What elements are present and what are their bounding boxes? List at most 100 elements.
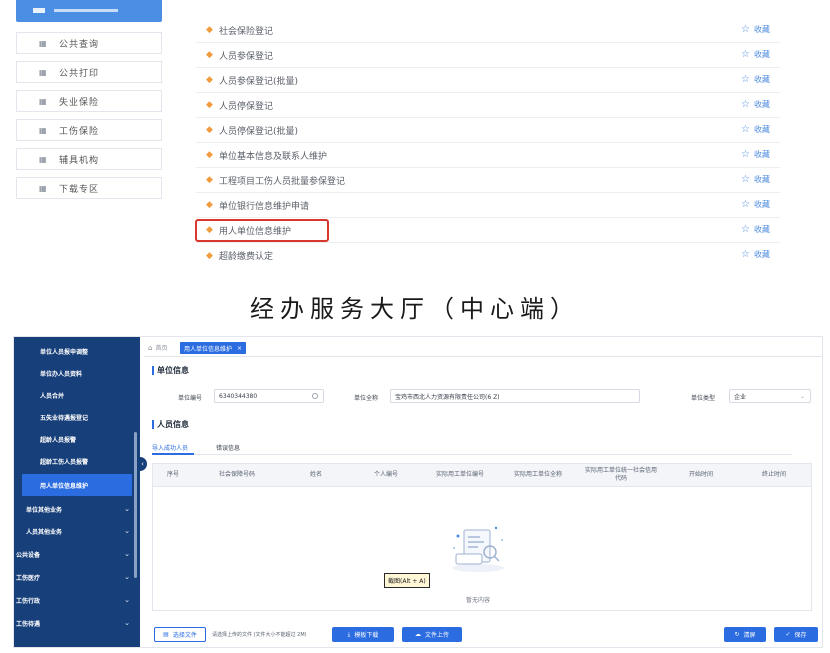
sidebar-group[interactable]: 工伤医疗 ⌄ bbox=[14, 566, 134, 588]
reset-button[interactable]: ↻ 清屏 bbox=[724, 627, 766, 642]
service-item[interactable]: ◆ 社会保险登记 ☆ 收藏 bbox=[196, 18, 780, 43]
column-header: 实际用工单位统一社会信用代码 bbox=[585, 467, 658, 482]
star-icon: ☆ bbox=[741, 149, 750, 160]
sidebar: 单位人员报申调整 单位办人员资料 人员合并 五失业待遇报登记 超龄人员报警 超龄… bbox=[14, 337, 140, 647]
sidebar-item-label: 五失业待遇报登记 bbox=[40, 414, 89, 422]
service-label: 人员停保登记 bbox=[219, 101, 274, 112]
service-dot-icon: ◆ bbox=[206, 75, 213, 85]
left-nav-item-public-print[interactable]: ▦ 公共打印 bbox=[16, 61, 162, 83]
sidebar-item[interactable]: 人员合并 bbox=[14, 384, 134, 406]
star-icon: ☆ bbox=[741, 49, 750, 60]
left-nav-item-public-query[interactable]: ▦ 公共查询 bbox=[16, 32, 162, 54]
sidebar-item[interactable]: 超龄人员报警 bbox=[14, 428, 134, 450]
choose-file-button[interactable]: ▤ 选择文件 bbox=[154, 627, 206, 642]
favorite-label: 收藏 bbox=[754, 125, 770, 134]
favorite-button[interactable]: ☆ 收藏 bbox=[741, 224, 770, 235]
service-item[interactable]: ◆ 人员停保登记 ☆ 收藏 bbox=[196, 93, 780, 118]
left-nav-item-unemployment[interactable]: ▦ 失业保险 bbox=[16, 90, 162, 112]
subtab-errors[interactable]: 错误信息 bbox=[216, 443, 240, 452]
sidebar-group[interactable]: 人员其他业务 ⌄ bbox=[14, 520, 134, 542]
choose-file-label: 选择文件 bbox=[172, 632, 197, 639]
close-icon[interactable]: × bbox=[237, 345, 242, 352]
column-header: 实际用工单位全称 bbox=[513, 471, 562, 478]
chevron-down-icon: ⌄ bbox=[124, 505, 130, 513]
sidebar-item[interactable]: 单位办人员资料 bbox=[14, 362, 134, 384]
unit-type-value: 企业 bbox=[734, 393, 747, 401]
service-label: 超龄缴费认定 bbox=[219, 252, 274, 262]
service-label: 人员停保登记(批量) bbox=[219, 126, 299, 137]
left-nav-item-downloads[interactable]: ▦ 下载专区 bbox=[16, 177, 162, 199]
unit-section-title: 单位信息 bbox=[152, 365, 189, 376]
service-dot-icon: ◆ bbox=[206, 175, 213, 185]
download-icon: ⤓ bbox=[347, 630, 351, 638]
chevron-down-icon: ⌄ bbox=[799, 393, 805, 400]
service-item[interactable]: ◆ 人员参保登记(批量) ☆ 收藏 bbox=[196, 68, 780, 93]
unit-name-label: 单位全称 bbox=[354, 395, 379, 402]
section-marker bbox=[152, 420, 154, 429]
favorite-button[interactable]: ☆ 收藏 bbox=[741, 24, 770, 35]
service-item[interactable]: ◆ 工程项目工伤人员批量参保登记 ☆ 收藏 bbox=[196, 168, 780, 193]
favorite-button[interactable]: ☆ 收藏 bbox=[741, 174, 770, 185]
favorite-button[interactable]: ☆ 收藏 bbox=[741, 99, 770, 110]
column-header: 实际用工单位编号 bbox=[435, 471, 484, 478]
unit-name-value: 宝鸡市西北人力资源有限责任公司(6 Z) bbox=[395, 393, 500, 401]
save-label: 保存 bbox=[794, 632, 807, 639]
service-item[interactable]: ◆ 人员停保登记(批量) ☆ 收藏 bbox=[196, 118, 780, 143]
download-template-button[interactable]: ⤓ 模板下载 bbox=[332, 627, 394, 642]
left-category-nav: ▦ 公共查询 ▦ 公共打印 ▦ 失业保险 ▦ 工伤保险 ▦ 辅具机构 ▦ 下载专… bbox=[16, 0, 162, 212]
sidebar-scrollbar[interactable] bbox=[134, 432, 137, 578]
search-icon[interactable] bbox=[312, 393, 318, 399]
service-item[interactable]: ◆ 单位银行信息维护申请 ☆ 收藏 bbox=[196, 193, 780, 218]
sidebar-item-label: 用人单位信息维护 bbox=[40, 482, 89, 490]
service-item[interactable]: ◆ 人员参保登记 ☆ 收藏 bbox=[196, 43, 780, 68]
service-item[interactable]: ◆ 超龄缴费认定 ☆ 收藏 bbox=[196, 243, 780, 268]
caption-title: 经办服务大厅（中心端） bbox=[250, 295, 580, 323]
star-icon: ☆ bbox=[741, 249, 750, 260]
column-header: 个人编号 bbox=[373, 471, 398, 478]
service-dot-icon: ◆ bbox=[206, 25, 213, 35]
unit-code-field[interactable]: 6340344380 bbox=[214, 389, 324, 403]
staff-section-title: 人员信息 bbox=[152, 419, 189, 430]
left-nav-item-assistive[interactable]: ▦ 辅具机构 bbox=[16, 148, 162, 170]
active-category-item[interactable] bbox=[16, 0, 162, 22]
save-button[interactable]: ✓ 保存 bbox=[774, 627, 818, 642]
favorite-button[interactable]: ☆ 收藏 bbox=[741, 74, 770, 85]
download-template-label: 模板下载 bbox=[354, 632, 379, 639]
sidebar-group[interactable]: 工伤待遇 ⌄ bbox=[14, 612, 134, 634]
favorite-button[interactable]: ☆ 收藏 bbox=[741, 199, 770, 210]
staff-subtabs: 导入成功人员 错误信息 bbox=[152, 441, 792, 455]
chevron-down-icon: ⌄ bbox=[124, 596, 130, 604]
sidebar-item[interactable]: 五失业待遇报登记 bbox=[14, 406, 134, 428]
sidebar-group[interactable]: 公共设备 ⌄ bbox=[14, 543, 134, 565]
sidebar-group[interactable]: 工伤行政 ⌄ bbox=[14, 589, 134, 611]
sidebar-item-label: 单位办人员资料 bbox=[40, 370, 83, 378]
service-item[interactable]: ◆ 单位基本信息及联系人维护 ☆ 收藏 bbox=[196, 143, 780, 168]
column-header: 终止时间 bbox=[761, 471, 786, 478]
unit-code-value: 6340344380 bbox=[219, 392, 258, 400]
upload-file-button[interactable]: ☁ 文件上传 bbox=[402, 627, 462, 642]
favorite-button[interactable]: ☆ 收藏 bbox=[741, 149, 770, 160]
tab-unit-info[interactable]: 用人单位信息维护 × bbox=[180, 342, 247, 354]
sidebar-item[interactable]: 超龄工伤人员报警 bbox=[14, 450, 134, 472]
sidebar-item-active[interactable]: 用人单位信息维护 bbox=[22, 474, 132, 496]
favorite-button[interactable]: ☆ 收藏 bbox=[741, 249, 770, 260]
service-dot-icon: ◆ bbox=[206, 50, 213, 60]
favorite-button[interactable]: ☆ 收藏 bbox=[741, 49, 770, 60]
sidebar-item-label: 工伤行政 bbox=[16, 597, 41, 605]
service-label: 人员参保登记(批量) bbox=[219, 76, 299, 87]
section-title-text: 人员信息 bbox=[157, 420, 189, 429]
favorite-button[interactable]: ☆ 收藏 bbox=[741, 124, 770, 135]
left-nav-item-injury[interactable]: ▦ 工伤保险 bbox=[16, 119, 162, 141]
sidebar-group[interactable]: 单位其他业务 ⌄ bbox=[14, 498, 134, 520]
service-dot-icon: ◆ bbox=[206, 100, 213, 110]
tab-home[interactable]: ⌂ 首页 bbox=[148, 343, 167, 353]
tab-active-label: 用人单位信息维护 bbox=[184, 345, 233, 353]
sidebar-item[interactable]: 单位人员报申调整 bbox=[14, 340, 134, 362]
reset-label: 清屏 bbox=[743, 632, 756, 639]
subtab-imported[interactable]: 导入成功人员 bbox=[152, 443, 188, 452]
favorite-label: 收藏 bbox=[754, 200, 770, 209]
grid-icon: ▦ bbox=[39, 96, 47, 106]
service-dot-icon: ◆ bbox=[206, 250, 213, 261]
unit-type-select[interactable]: 企业 ⌄ bbox=[729, 389, 811, 403]
favorite-label: 收藏 bbox=[754, 250, 770, 259]
